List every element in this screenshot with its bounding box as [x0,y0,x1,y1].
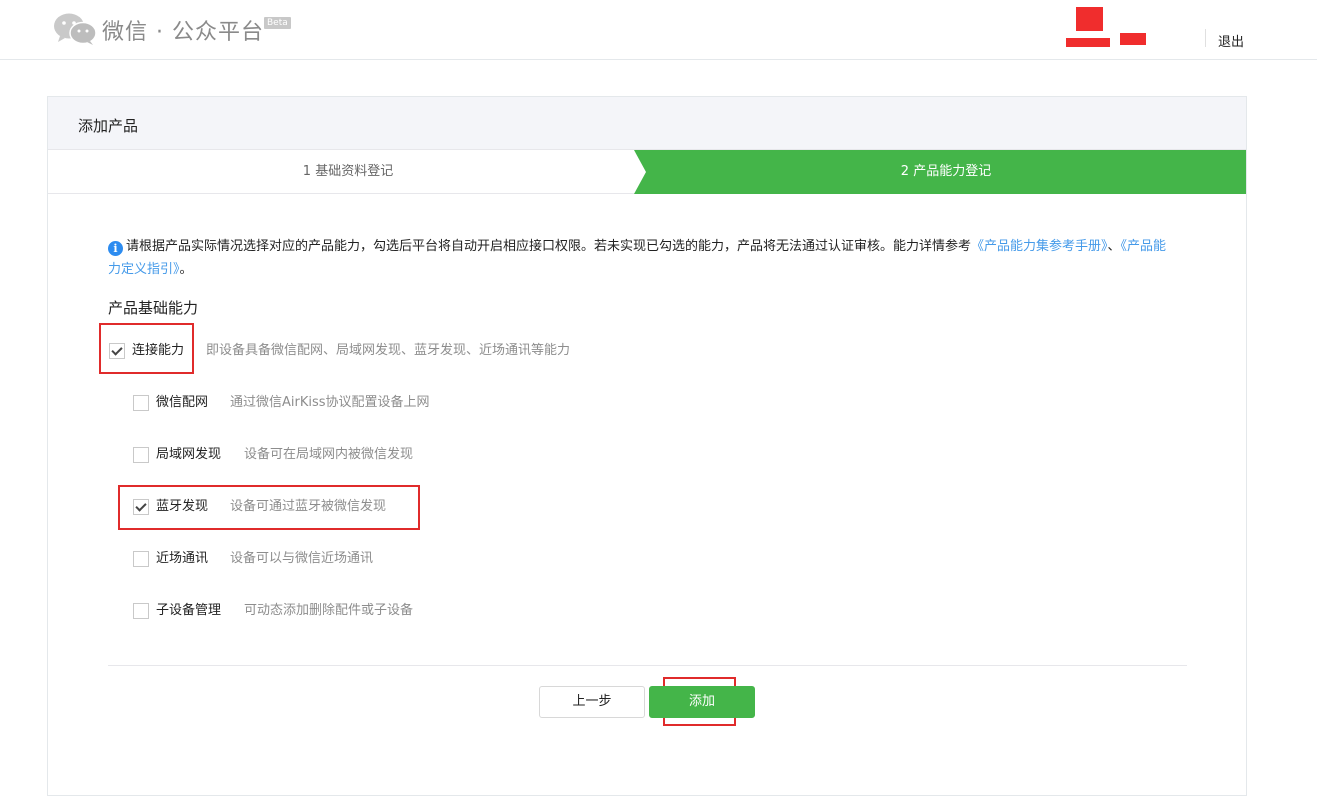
page-title: 添加产品 [78,117,139,135]
lan-discovery-desc: 设备可在局域网内被微信发现 [244,447,414,462]
notice-end: 。 [179,262,193,277]
sub-device-management-desc: 可动态添加删除配件或子设备 [244,603,414,618]
step-basic-info: 1 基础资料登记 [302,164,394,179]
lan-discovery-checkbox[interactable] [133,447,149,463]
nfc-checkbox[interactable] [133,551,149,567]
connect-desc: 即设备具备微信配网、局域网发现、蓝牙发现、近场通讯等能力 [206,343,571,358]
nfc-label: 近场通讯 [156,551,209,566]
previous-step-button[interactable]: 上一步 [539,686,645,718]
option-wechat-network-config[interactable]: 微信配网 通过微信AirKiss协议配置设备上网 [133,393,633,413]
wechat-network-config-checkbox[interactable] [133,395,149,411]
info-icon: i [108,241,123,256]
option-connect[interactable]: 连接能力 即设备具备微信配网、局域网发现、蓝牙发现、近场通讯等能力 [109,341,709,361]
redacted-avatar [1076,7,1103,31]
wechat-network-config-label: 微信配网 [156,395,209,410]
bluetooth-discovery-checkbox[interactable] [133,499,149,515]
lan-discovery-label: 局域网发现 [156,447,222,462]
bluetooth-discovery-label: 蓝牙发现 [156,499,209,514]
logout-link[interactable]: 退出 [1218,31,1244,50]
wechat-network-config-desc: 通过微信AirKiss协议配置设备上网 [230,395,430,410]
header-divider [1205,29,1206,47]
wechat-logo-icon [54,13,97,45]
nfc-desc: 设备可以与微信近场通讯 [230,551,374,566]
step-product-capability: 2 产品能力登记 [900,164,992,179]
section-title: 产品基础能力 [108,299,199,317]
add-product-panel: 添加产品 1 基础资料登记 2 产品能力登记 i 请根据产品实际情况选择对应的产品… [47,96,1247,796]
capability-manual-link[interactable]: 《产品能力集参考手册》 [971,239,1108,254]
notice-body: 请根据产品实际情况选择对应的产品能力，勾选后平台将自动开启相应接口权限。若未实现… [126,239,972,254]
notice-text: i 请根据产品实际情况选择对应的产品能力，勾选后平台将自动开启相应接口权限。若未实… [108,235,1178,281]
add-button[interactable]: 添加 [649,686,755,718]
connect-label: 连接能力 [132,343,185,358]
step-indicator: 1 基础资料登记 2 产品能力登记 [48,150,1246,194]
redacted-username [1066,38,1110,47]
redacted-account [1120,33,1146,45]
sub-device-management-label: 子设备管理 [156,603,222,618]
footer-divider [108,665,1187,666]
brand-title: 微信 · 公众平台 [102,20,264,45]
option-lan-discovery[interactable]: 局域网发现 设备可在局域网内被微信发现 [133,445,633,465]
bluetooth-discovery-desc: 设备可通过蓝牙被微信发现 [230,499,387,514]
top-header: 微信 · 公众平台 Beta 退出 [0,0,1317,60]
option-sub-device-management[interactable]: 子设备管理 可动态添加删除配件或子设备 [133,601,633,621]
panel-header: 添加产品 [48,97,1246,150]
beta-badge: Beta [264,17,291,29]
sub-device-management-checkbox[interactable] [133,603,149,619]
option-bluetooth-discovery[interactable]: 蓝牙发现 设备可通过蓝牙被微信发现 [133,497,633,517]
notice-separator: 、 [1107,239,1121,254]
connect-checkbox[interactable] [109,343,125,359]
option-nfc[interactable]: 近场通讯 设备可以与微信近场通讯 [133,549,633,569]
